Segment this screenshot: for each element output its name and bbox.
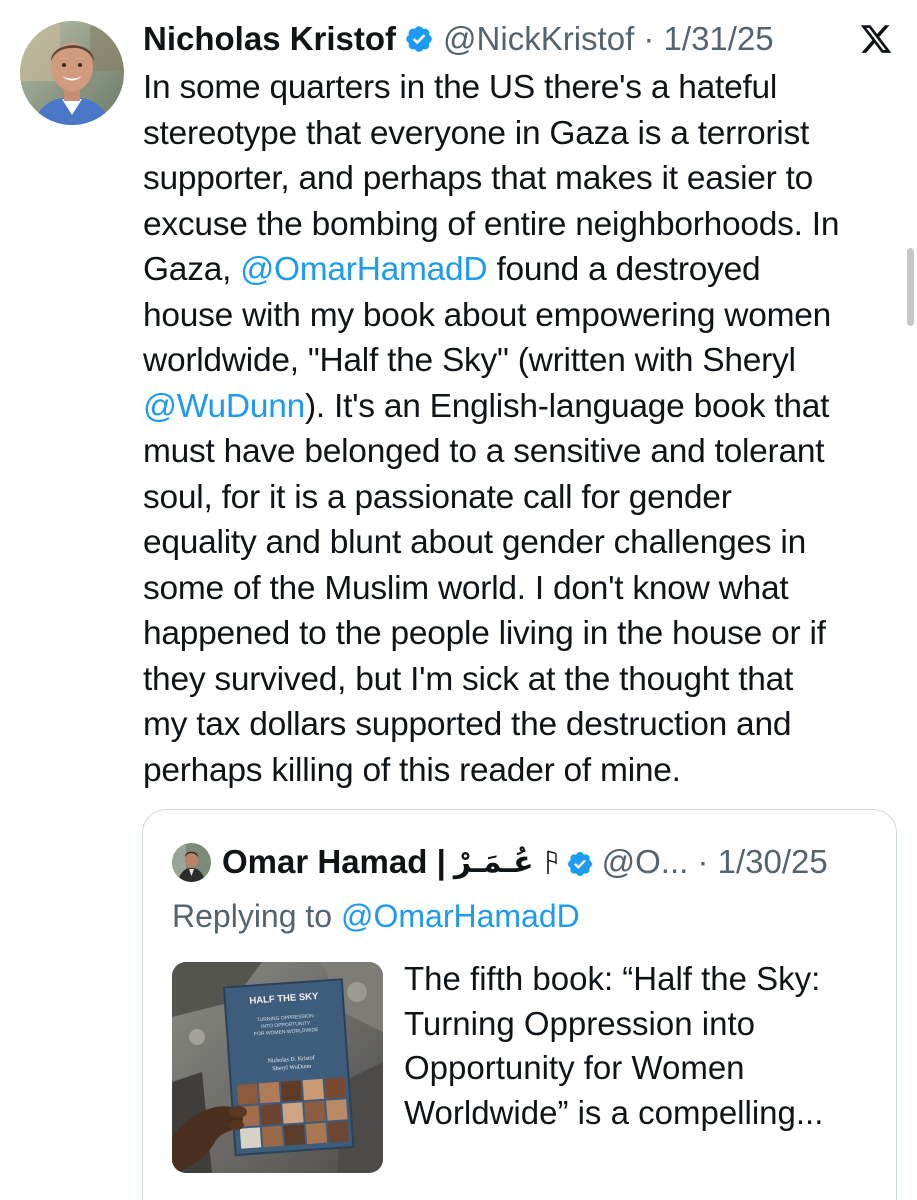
verified-badge-icon — [404, 24, 434, 54]
tweet-text-segment: they survived, but I'm sick at the thoug… — [143, 660, 794, 698]
tweet-text-segment: stereotype that everyone in Gaza is a te… — [143, 114, 810, 152]
tweet-text-line: perhaps killing of this reader of mine. — [143, 748, 903, 794]
author-avatar[interactable] — [20, 21, 124, 125]
tweet-text-segment: Gaza, — [143, 251, 241, 288]
replying-prefix: Replying to — [172, 898, 341, 934]
quoted-tweet-card[interactable]: Omar Hamad | عُـمَـرْ @O... · 1/30/25 Re… — [142, 809, 897, 1200]
tweet-text-line: excuse the bombing of entire neighborhoo… — [143, 202, 903, 248]
quoted-tweet-text: The fifth book: “Half the Sky: Turning O… — [404, 957, 884, 1135]
author-name[interactable]: Nicholas Kristof — [143, 20, 396, 58]
tweet-text-segment: house with my book about empowering wome… — [143, 296, 832, 334]
tweet-text-line: stereotype that everyone in Gaza is a te… — [143, 111, 903, 157]
tweet-text-line: soul, for it is a passionate call for ge… — [143, 475, 903, 521]
quoted-author-name-arabic[interactable]: عُـمَـرْ — [454, 845, 534, 880]
quoted-text-line: Opportunity for Women — [404, 1049, 745, 1086]
tweet-text-line: happened to the people living in the hou… — [143, 611, 903, 657]
quoted-text-line: Worldwide” is a compelling... — [404, 1093, 824, 1131]
tweet-text-line: In some quarters in the US there's a hat… — [143, 65, 903, 111]
tweet-text-segment: In some quarters in the US there's a hat… — [143, 69, 778, 106]
mention-link[interactable]: @OmarHamadD — [240, 251, 487, 288]
handle-and-date[interactable]: @NickKristof · 1/31/25 — [443, 20, 774, 58]
mention-link[interactable]: @WuDunn — [143, 388, 305, 425]
tweet-text-line: worldwide, "Half the Sky" (written with … — [143, 338, 903, 384]
quoted-tweet-image[interactable]: HALF THE SKY TURNING OPPRESSION INTO OPP… — [172, 962, 383, 1173]
tweet-screenshot: Nicholas Kristof @NickKristof · 1/31/25 … — [0, 0, 917, 1200]
tweet-text-line: my tax dollars supported the destruction… — [143, 702, 903, 748]
tweet-text-line: supporter, and perhaps that makes it eas… — [143, 156, 903, 202]
flag-icon — [542, 847, 560, 877]
tweet-text-segment: ). It's an English-language book that — [305, 387, 830, 425]
replying-handle-link[interactable]: @OmarHamadD — [341, 898, 580, 934]
quoted-text-line: Turning Oppression into — [404, 1004, 755, 1042]
quoted-author-avatar[interactable] — [172, 843, 211, 882]
tweet-text-segment: supporter, and perhaps that makes it eas… — [143, 160, 814, 197]
replying-to: Replying to @OmarHamadD — [172, 898, 580, 935]
tweet-text-line: must have belonged to a sensitive and to… — [143, 429, 903, 475]
tweet-text-segment: must have belonged to a sensitive and to… — [143, 433, 825, 470]
tweet-text-segment: happened to the people living in the hou… — [143, 615, 826, 652]
tweet-header: Nicholas Kristof @NickKristof · 1/31/25 — [143, 18, 774, 60]
tweet-text-segment: soul, for it is a passionate call for ge… — [143, 478, 732, 516]
tweet-text-segment: excuse the bombing of entire neighborhoo… — [143, 205, 840, 243]
quoted-text-line: The fifth book: “Half the Sky: — [404, 960, 821, 997]
tweet-text-segment: found a destroyed — [487, 251, 761, 288]
tweet-text-line: they survived, but I'm sick at the thoug… — [143, 657, 903, 703]
tweet-text-segment: my tax dollars supported the destruction… — [143, 706, 792, 743]
tweet-text-segment: equality and blunt about gender challeng… — [143, 524, 806, 561]
tweet-text-line: some of the Muslim world. I don't know w… — [143, 566, 903, 612]
tweet-text-segment: worldwide, "Half the Sky" (written with … — [143, 342, 796, 379]
scrollbar[interactable] — [907, 248, 914, 326]
tweet-text-line: house with my book about empowering wome… — [143, 293, 903, 339]
tweet-text-line: equality and blunt about gender challeng… — [143, 520, 903, 566]
verified-badge-icon — [566, 848, 594, 876]
tweet-text-line: Gaza, @OmarHamadD found a destroyed — [143, 247, 903, 293]
quoted-handle-and-date[interactable]: @O... · 1/30/25 — [602, 843, 828, 881]
tweet-text-line: @WuDunn). It's an English-language book … — [143, 384, 903, 430]
tweet-text-segment: perhaps killing of this reader of mine. — [143, 751, 681, 789]
quoted-tweet-header: Omar Hamad | عُـمَـرْ @O... · 1/30/25 — [222, 841, 828, 883]
tweet-body: In some quarters in the US there's a hat… — [143, 65, 903, 793]
tweet-text-segment: some of the Muslim world. I don't know w… — [143, 569, 789, 607]
x-logo-icon[interactable] — [858, 22, 894, 56]
quoted-author-name[interactable]: Omar Hamad | — [222, 843, 446, 881]
